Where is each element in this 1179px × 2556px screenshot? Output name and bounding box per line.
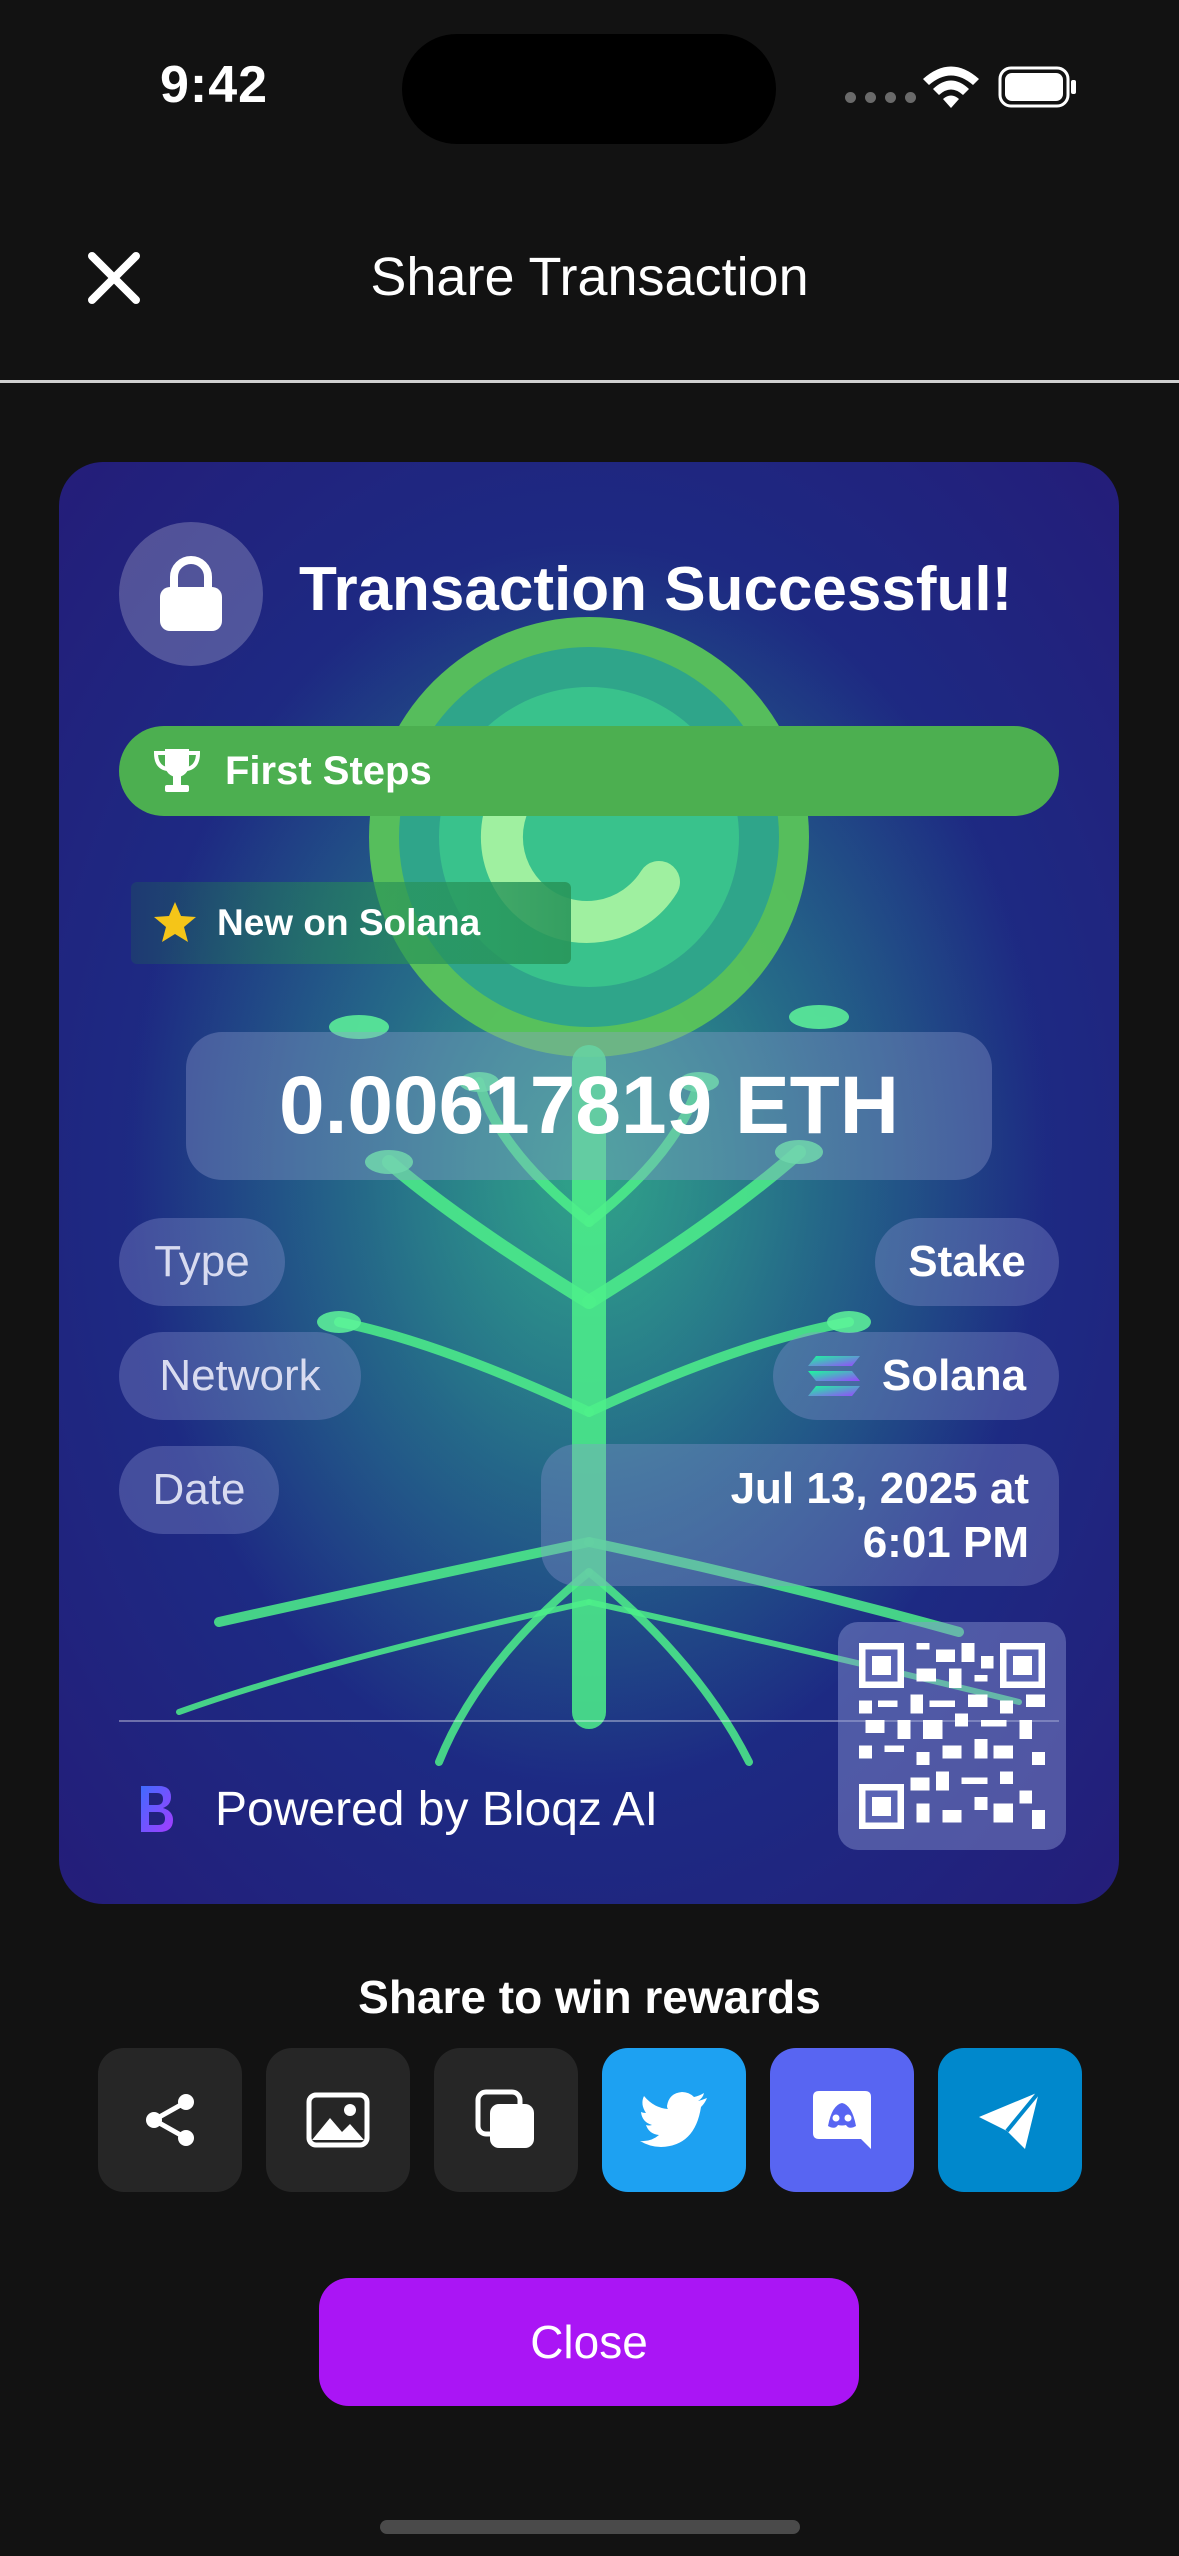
battery-icon [998, 66, 1076, 108]
date-line-2: 6:01 PM [862, 1518, 1029, 1567]
copy-button[interactable] [434, 2048, 578, 2192]
image-icon [306, 2092, 370, 2148]
qr-code-icon [859, 1643, 1045, 1829]
type-value: Stake [875, 1218, 1059, 1306]
badge-label: New on Solana [217, 902, 481, 943]
copy-icon [475, 2089, 534, 2148]
transaction-amount: 0.00617819 ETH [278, 1060, 899, 1151]
discord-share-button[interactable] [770, 2048, 914, 2192]
share-button[interactable] [98, 2048, 242, 2192]
transaction-card: Transaction Successful! First Steps New … [59, 462, 1119, 1904]
status-time: 9:42 [160, 56, 269, 114]
discord-icon [813, 2091, 871, 2149]
lock-icon-badge [119, 522, 263, 666]
solana-logo-icon [807, 1356, 860, 1396]
bloqz-logo-icon [141, 1786, 173, 1832]
wifi-icon [923, 66, 979, 108]
share-icon [146, 2094, 194, 2146]
type-label: Type [119, 1218, 285, 1306]
network-label: Network [119, 1332, 361, 1420]
page-title: Share Transaction [370, 247, 809, 307]
twitter-icon [640, 2092, 707, 2147]
save-image-button[interactable] [266, 2048, 410, 2192]
powered-by-text: Powered by Bloqz AI [215, 1783, 658, 1836]
telegram-share-button[interactable] [938, 2048, 1082, 2192]
trophy-icon [153, 749, 201, 792]
date-label: Date [119, 1446, 279, 1534]
new-on-solana-badge: New on Solana [131, 882, 571, 964]
dynamic-island [402, 34, 776, 144]
cellular-signal-icon [845, 92, 916, 103]
amount-display: 0.00617819 ETH [186, 1032, 992, 1180]
date-line-1: Jul 13, 2025 at [730, 1464, 1029, 1513]
header-divider [0, 380, 1179, 383]
home-indicator [380, 2520, 800, 2534]
share-title: Share to win rewards [358, 1971, 821, 2023]
network-value: Solana [881, 1351, 1027, 1400]
achievement-label: First Steps [225, 748, 432, 793]
qr-code-container [838, 1622, 1066, 1850]
achievement-banner: First Steps [119, 726, 1059, 816]
network-value-pill: Solana [773, 1332, 1059, 1420]
date-value: Jul 13, 2025 at 6:01 PM [541, 1444, 1059, 1586]
close-button[interactable]: Close [319, 2278, 859, 2406]
lock-icon [160, 556, 222, 631]
star-icon [154, 902, 196, 942]
telegram-icon [979, 2090, 1041, 2149]
twitter-share-button[interactable] [602, 2048, 746, 2192]
card-title: Transaction Successful! [299, 555, 1013, 624]
